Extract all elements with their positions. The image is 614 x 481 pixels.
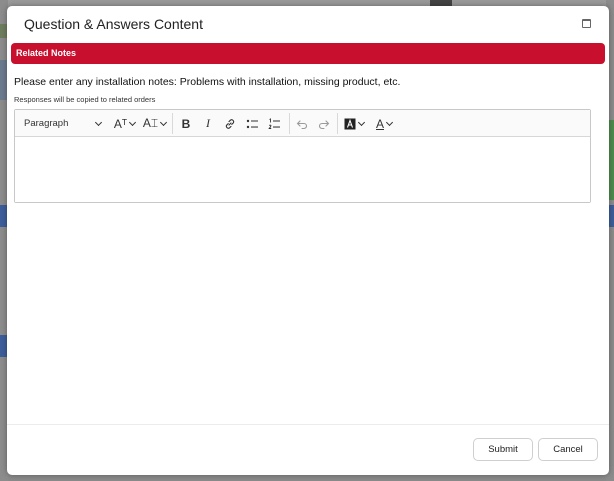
instructions-text: Please enter any installation notes: Pro… <box>14 76 401 88</box>
submit-button[interactable]: Submit <box>473 438 533 461</box>
editor-toolbar: Paragraph Aᵀ A⌶ B I A <box>15 110 590 137</box>
font-color-dropdown[interactable]: A <box>371 114 397 133</box>
modal-title: Question & Answers Content <box>24 16 203 32</box>
italic-icon: I <box>206 116 210 130</box>
chevron-down-icon <box>385 118 394 126</box>
paragraph-style-dropdown[interactable]: Paragraph <box>20 114 105 133</box>
font-family-icon: A⌶ <box>142 116 159 130</box>
link-icon <box>225 118 235 129</box>
toolbar-separator <box>172 113 173 134</box>
highlight-dropdown[interactable] <box>341 114 367 133</box>
font-color-icon: A <box>375 116 384 131</box>
footer-divider <box>7 424 609 425</box>
related-notes-banner: Related Notes <box>11 43 605 64</box>
maximize-icon[interactable] <box>582 19 591 28</box>
numbered-list-icon <box>267 117 280 129</box>
bold-icon: B <box>181 116 191 131</box>
bold-button[interactable]: B <box>177 114 195 133</box>
highlight-icon <box>344 118 356 129</box>
notes-editor-input[interactable] <box>15 138 590 202</box>
font-size-icon: Aᵀ <box>113 116 128 131</box>
modal-header: Question & Answers Content <box>7 6 609 42</box>
numbered-list-button[interactable] <box>265 114 283 133</box>
link-button[interactable] <box>221 114 239 133</box>
hint-text: Responses will be copied to related orde… <box>14 95 156 104</box>
toolbar-separator <box>289 113 290 134</box>
section-label: Related Notes <box>16 48 77 58</box>
chevron-down-icon <box>357 118 366 126</box>
font-size-dropdown[interactable]: Aᵀ <box>111 114 138 133</box>
toolbar-separator <box>337 113 338 134</box>
bulleted-list-button[interactable] <box>243 114 261 133</box>
paragraph-style-label: Paragraph <box>24 118 69 129</box>
chevron-down-icon <box>160 118 168 126</box>
undo-button[interactable] <box>293 114 311 133</box>
redo-button[interactable] <box>315 114 333 133</box>
undo-icon <box>296 119 308 129</box>
bulleted-list-icon <box>246 119 258 128</box>
redo-icon <box>318 119 330 129</box>
chevron-down-icon <box>94 118 103 126</box>
rich-text-editor: Paragraph Aᵀ A⌶ B I A <box>14 109 591 203</box>
qa-content-modal: Question & Answers Content Related Notes… <box>7 6 609 475</box>
font-family-dropdown[interactable]: A⌶ <box>141 114 168 133</box>
cancel-button[interactable]: Cancel <box>538 438 598 461</box>
italic-button[interactable]: I <box>199 114 217 133</box>
chevron-down-icon <box>129 118 137 126</box>
